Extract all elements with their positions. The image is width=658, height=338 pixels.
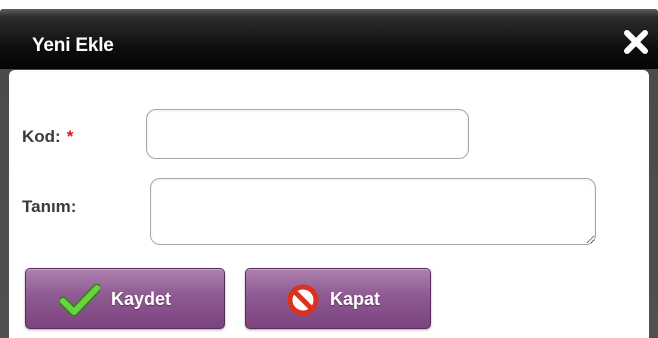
kod-input[interactable] <box>146 109 469 159</box>
prohibited-icon <box>287 284 319 316</box>
dialog-titlebar[interactable]: Yeni Ekle <box>0 9 658 69</box>
dialog-content: Kod: * Tanım: Kaydet Kapat <box>9 70 649 338</box>
tanim-label: Tanım: <box>22 197 77 216</box>
dialog-title: Yeni Ekle <box>32 35 114 56</box>
checkmark-icon <box>60 284 100 316</box>
top-strip <box>0 0 658 9</box>
kod-label: Kod: * <box>22 127 73 147</box>
required-mark: * <box>66 127 74 146</box>
close-icon[interactable] <box>622 28 650 56</box>
tanim-textarea[interactable] <box>150 178 596 245</box>
close-button-label: Kapat <box>330 289 381 309</box>
add-dialog: Yeni Ekle Kod: * Tanım: Kaydet Kapat <box>0 9 658 338</box>
kod-label-text: Kod: <box>22 127 61 146</box>
save-button[interactable]: Kaydet <box>25 268 225 329</box>
save-button-label: Kaydet <box>111 289 172 309</box>
close-button[interactable]: Kapat <box>245 268 431 329</box>
